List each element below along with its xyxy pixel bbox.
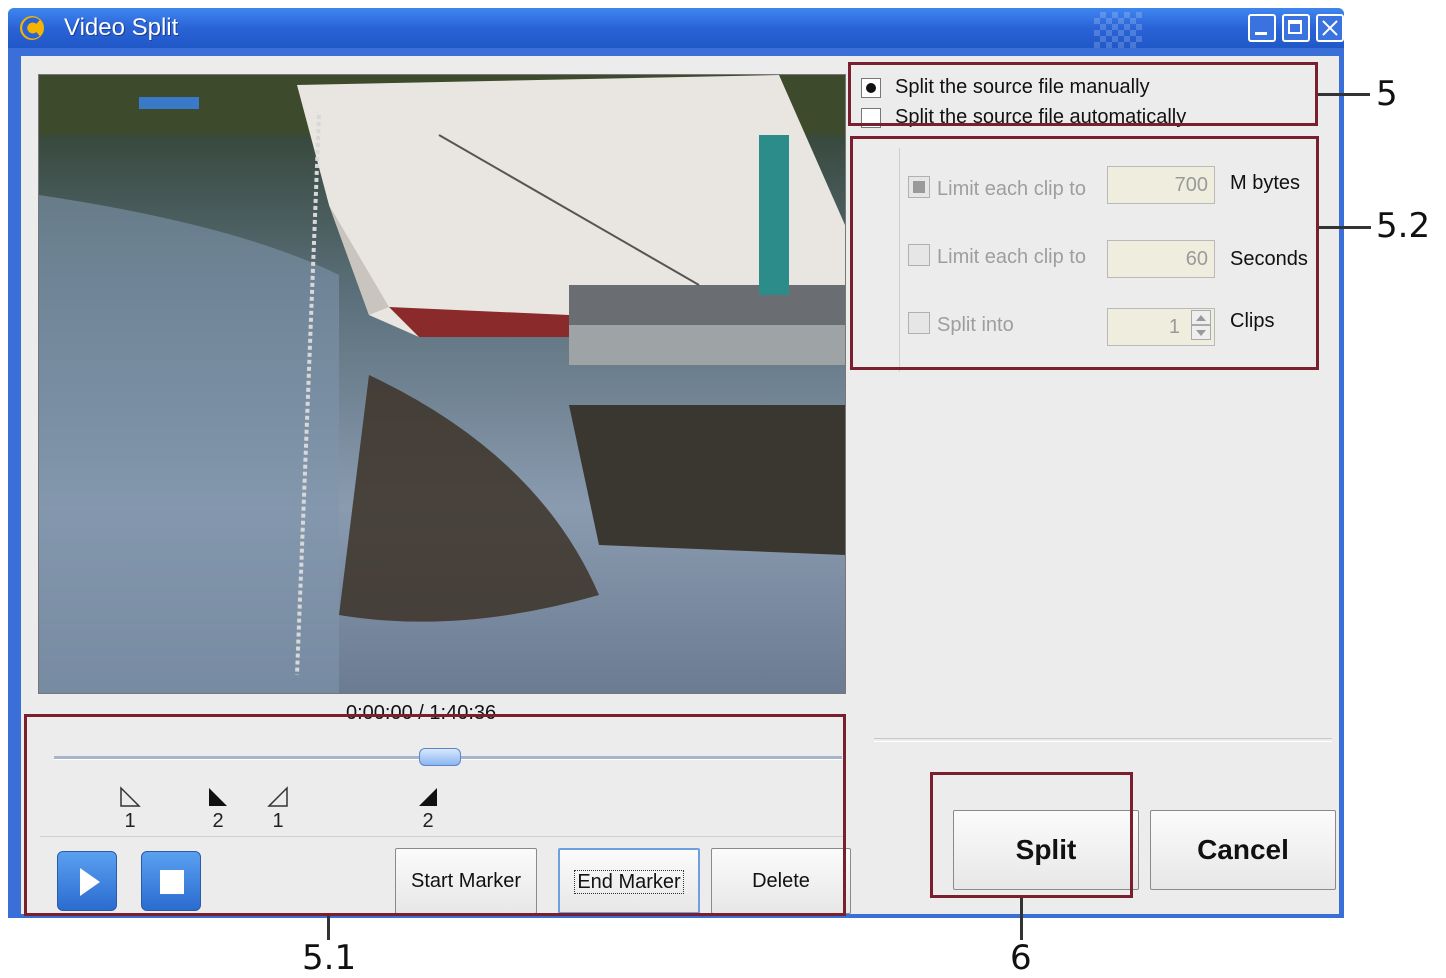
timeline-callout-label: 5.1 [302,938,357,978]
video-preview [38,74,846,694]
mode-callout-label: 5 [1376,74,1398,114]
mode-callout-line [1318,93,1370,96]
app-logo-icon [20,16,44,40]
cancel-button[interactable]: Cancel [1150,810,1336,890]
mode-callout-box [848,62,1318,126]
auto-panel-callout-line [1319,226,1371,229]
auto-panel-callout-label: 5.2 [1376,206,1431,246]
title-bar[interactable]: Video Split [8,8,1344,48]
auto-panel-callout-box [850,136,1319,370]
window-title: Video Split [64,14,179,41]
timeline-callout-line [327,916,330,940]
split-callout-line [1020,898,1023,940]
maximize-button[interactable] [1282,14,1310,42]
split-callout-label: 6 [1010,938,1032,978]
minimize-button[interactable] [1248,14,1276,42]
close-button[interactable] [1316,14,1344,42]
action-divider [874,738,1332,742]
split-callout-box [930,772,1133,898]
timeline-callout-box [24,714,846,916]
titlebar-decoration [1094,12,1142,48]
